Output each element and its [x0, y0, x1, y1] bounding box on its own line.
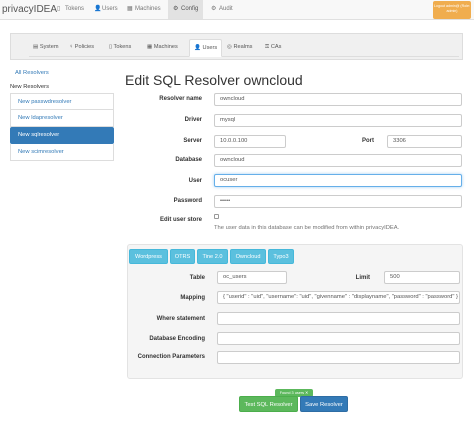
preset-typo3-button[interactable]: Typo3: [268, 249, 294, 264]
database-encoding-input[interactable]: [217, 332, 460, 345]
sidebar-all-resolvers[interactable]: All Resolvers: [10, 66, 114, 80]
user-label: User: [188, 178, 202, 184]
nav-audit-label: Audit: [219, 6, 233, 12]
edit-user-store-checkbox[interactable]: [214, 214, 219, 219]
connection-parameters-label: Connection Parameters: [137, 354, 205, 360]
tab-machines-label: Machines: [153, 44, 178, 50]
tab-users-label: Users: [202, 45, 218, 51]
nav-users-label: Users: [102, 6, 118, 12]
nav-machines[interactable]: ▦ Machines: [122, 0, 166, 19]
config-subtabs: ▤ System ♀ Policies ▯ Tokens ▦ Machines …: [29, 39, 459, 57]
user-input[interactable]: ocuser: [214, 174, 462, 187]
nav-tokens[interactable]: ▯ Tokens: [52, 0, 89, 19]
tab-tokens[interactable]: ▯ Tokens: [105, 39, 135, 56]
password-label: Password: [173, 198, 202, 204]
tab-tokens-label: Tokens: [113, 44, 132, 50]
brand-logo[interactable]: privacyIDEA: [2, 4, 57, 15]
config-subnav-panel: ▤ System ♀ Policies ▯ Tokens ▦ Machines …: [10, 33, 463, 60]
sidebar-new-resolvers-heading: New Resolvers: [10, 84, 49, 90]
server-label: Server: [183, 138, 202, 144]
preset-otrs-button[interactable]: OTRS: [170, 249, 195, 264]
limit-label: Limit: [355, 275, 370, 281]
logout-button[interactable]: Logout admin@ (Role: admin): [433, 1, 471, 19]
nav-tokens-label: Tokens: [65, 6, 85, 12]
machine-icon: ▦: [147, 44, 153, 50]
machine-icon: ▦: [127, 6, 133, 12]
nav-users[interactable]: 👤Users: [89, 0, 123, 19]
port-label: Port: [362, 138, 374, 144]
tab-system[interactable]: ▤ System: [29, 39, 63, 56]
database-encoding-label: Database Encoding: [149, 336, 205, 342]
user-icon: 👤: [94, 6, 102, 12]
port-input[interactable]: 3306: [387, 135, 462, 148]
driver-input[interactable]: mysql: [214, 114, 462, 127]
nav-config[interactable]: ⚙ Config: [168, 0, 204, 19]
user-icon: 👤: [194, 45, 201, 51]
tab-users[interactable]: 👤 Users: [189, 39, 223, 57]
resolver-name-input[interactable]: owncloud: [214, 93, 462, 106]
mapping-label: Mapping: [180, 295, 205, 301]
test-sql-resolver-button[interactable]: Test SQL Resolver: [239, 396, 298, 412]
tab-realms[interactable]: ◎ Realms: [223, 39, 256, 56]
sidebar-item-new-passwdresolver[interactable]: New passwdresolver: [10, 93, 114, 110]
nav-machines-label: Machines: [135, 6, 161, 12]
tab-cas[interactable]: ⚿ CAs: [261, 39, 285, 56]
tab-system-label: System: [39, 44, 59, 50]
database-label: Database: [175, 157, 202, 163]
where-statement-label: Where statement: [156, 316, 205, 322]
edit-user-store-label: Edit user store: [159, 217, 202, 223]
mapping-input[interactable]: { "userid" : "uid", "username": "uid", "…: [217, 291, 460, 304]
resolver-name-label: Resolver name: [159, 96, 202, 102]
tab-policies-label: Policies: [74, 44, 95, 50]
page-title: Edit SQL Resolver owncloud: [125, 72, 303, 88]
nav-config-label: Config: [181, 6, 199, 12]
sidebar-item-new-ldapresolver[interactable]: New ldapresolver: [10, 110, 114, 127]
token-icon: ▯: [57, 6, 61, 12]
password-input[interactable]: •••••: [214, 195, 462, 208]
preset-wordpress-button[interactable]: Wordpress: [129, 249, 168, 264]
tab-policies[interactable]: ♀ Policies: [65, 39, 98, 56]
save-resolver-button[interactable]: Save Resolver: [300, 396, 348, 412]
sidebar-item-new-sqlresolver[interactable]: New sqlresolver: [10, 127, 114, 144]
connection-parameters-input[interactable]: [217, 351, 460, 364]
limit-input[interactable]: 500: [384, 271, 460, 284]
server-input[interactable]: 10.0.0.100: [214, 135, 286, 148]
policy-icon: ♀: [69, 44, 74, 50]
ca-icon: ⚿: [265, 44, 270, 50]
driver-label: Driver: [184, 117, 202, 123]
preset-tine-button[interactable]: Tine 2.0: [197, 249, 228, 264]
edit-user-store-help: The user data in this database can be mo…: [214, 225, 400, 231]
nav-audit[interactable]: ⚙ Audit: [206, 0, 238, 19]
top-navbar: privacyIDEA ▯ Tokens 👤Users ▦ Machines ⚙ Co…: [0, 0, 474, 20]
table-label: Table: [189, 275, 205, 281]
table-input[interactable]: oc_users: [217, 271, 287, 284]
where-statement-input[interactable]: [217, 312, 460, 325]
preset-owncloud-button[interactable]: Owncloud: [230, 249, 266, 264]
tab-cas-label: CAs: [270, 44, 282, 50]
tab-realms-label: Realms: [233, 44, 253, 50]
audit-icon: ⚙: [211, 6, 217, 12]
sidebar-item-new-scimresolver[interactable]: New scimresolver: [10, 144, 114, 161]
gear-icon: ⚙: [173, 6, 179, 12]
database-input[interactable]: owncloud: [214, 154, 462, 167]
token-icon: ▯: [109, 44, 113, 50]
realm-icon: ◎: [227, 44, 232, 50]
tab-machines[interactable]: ▦ Machines: [143, 39, 182, 56]
system-icon: ▤: [33, 44, 39, 50]
